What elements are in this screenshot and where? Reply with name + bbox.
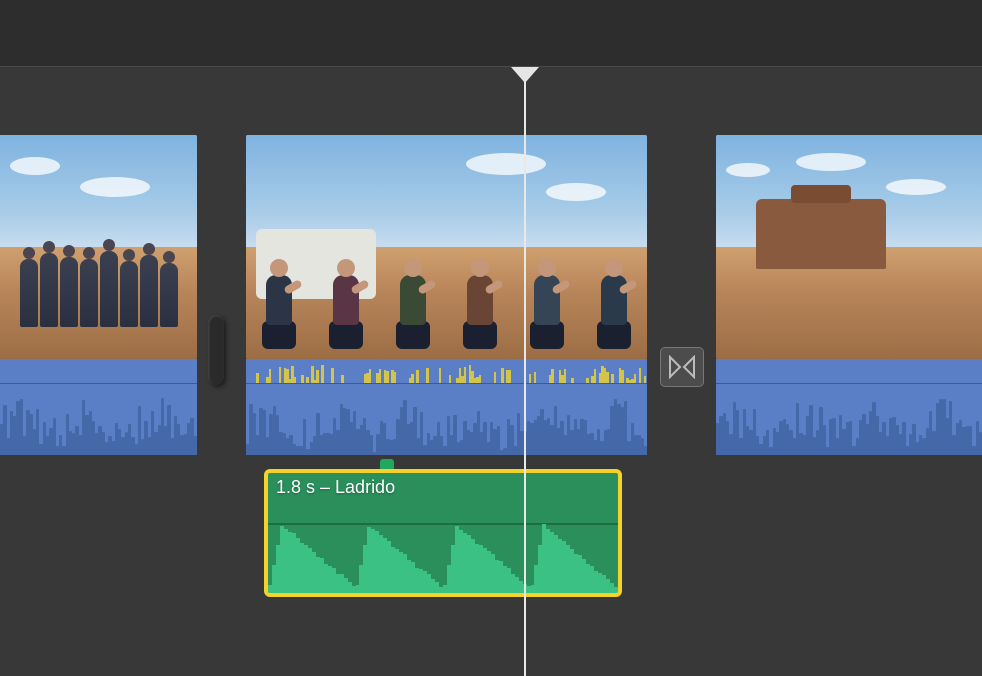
playhead-marker-icon[interactable] bbox=[511, 67, 539, 83]
clip-thumbnail bbox=[716, 135, 982, 359]
video-clip[interactable] bbox=[246, 135, 647, 455]
sfx-label: 1.8 s – Ladrido bbox=[276, 477, 395, 498]
clip-thumbnail bbox=[246, 135, 647, 359]
playhead-line[interactable] bbox=[524, 81, 526, 676]
video-clip[interactable] bbox=[0, 135, 197, 455]
video-track bbox=[0, 135, 982, 455]
clip-audio-waveform[interactable] bbox=[716, 359, 982, 455]
sfx-waveform bbox=[268, 521, 618, 593]
timeline[interactable]: 1.8 s – Ladrido bbox=[0, 67, 982, 676]
video-clip[interactable] bbox=[716, 135, 982, 455]
clip-audio-waveform[interactable] bbox=[246, 359, 647, 455]
clip-edge-handle[interactable] bbox=[208, 315, 224, 385]
toolbar bbox=[0, 0, 982, 67]
sound-effect-clip[interactable]: 1.8 s – Ladrido bbox=[264, 469, 622, 597]
transition-icon[interactable] bbox=[660, 347, 704, 387]
cross-dissolve-icon bbox=[668, 355, 696, 379]
clip-thumbnail bbox=[0, 135, 197, 359]
clip-audio-waveform[interactable] bbox=[0, 359, 197, 455]
